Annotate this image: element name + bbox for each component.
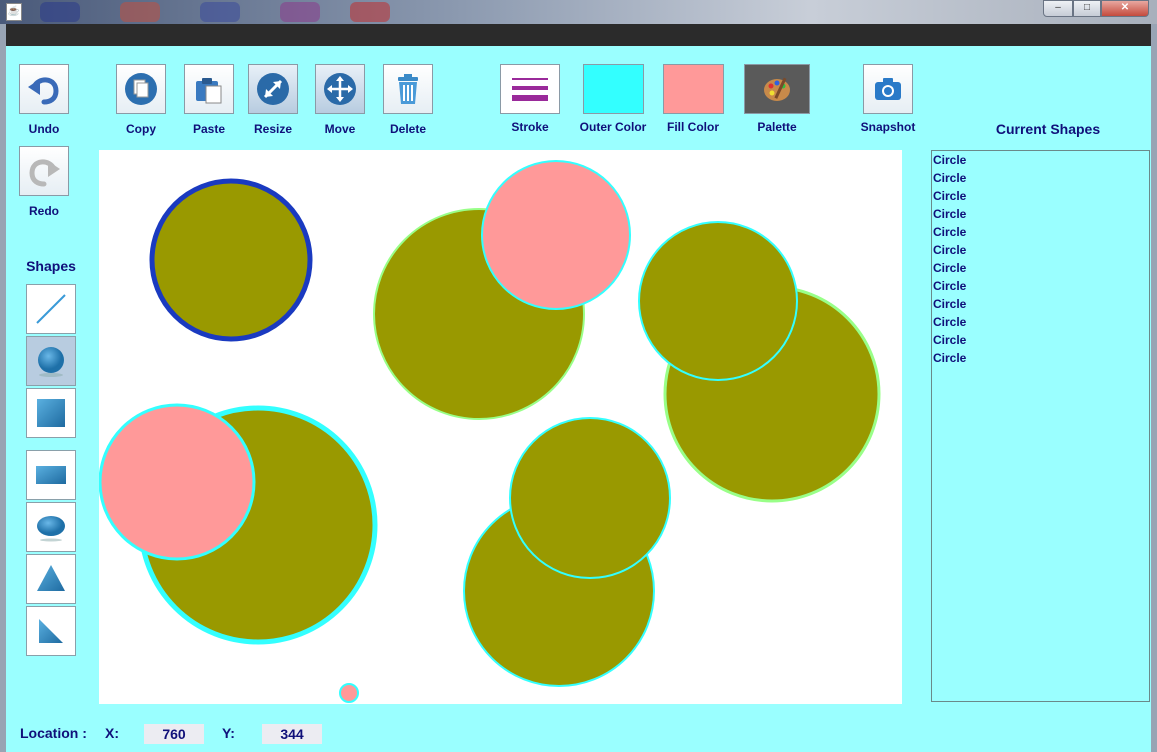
paste-button[interactable] xyxy=(184,64,234,114)
square-icon xyxy=(37,399,65,427)
fill-color-swatch[interactable] xyxy=(663,64,724,114)
shape-list-item[interactable]: Circle xyxy=(933,262,1149,280)
undo-button[interactable] xyxy=(19,64,69,114)
snapshot-label: Snapshot xyxy=(860,120,916,134)
shape-list-item[interactable]: Circle xyxy=(933,208,1149,226)
shape-list-item[interactable]: Circle xyxy=(933,244,1149,262)
palette-label: Palette xyxy=(757,120,797,134)
line-tool-button[interactable] xyxy=(26,284,76,334)
outer-color-label: Outer Color xyxy=(579,120,647,134)
shape-list-item[interactable]: Circle xyxy=(933,226,1149,244)
resize-button[interactable] xyxy=(248,64,298,114)
square-tool-button[interactable] xyxy=(26,388,76,438)
line-icon xyxy=(36,294,66,324)
desktop-icon xyxy=(200,2,240,22)
x-value: 760 xyxy=(144,724,204,744)
redo-label: Redo xyxy=(29,204,59,218)
desktop-background xyxy=(0,0,1157,24)
redo-icon xyxy=(29,159,60,187)
shapes-heading: Shapes xyxy=(26,258,76,274)
circle-tool-button[interactable] xyxy=(26,336,76,386)
minimize-button[interactable]: – xyxy=(1043,0,1073,17)
current-shapes-list[interactable]: Circle Circle Circle Circle Circle Circle Circ… xyxy=(931,150,1150,702)
snapshot-button[interactable] xyxy=(863,64,913,114)
copy-button[interactable] xyxy=(116,64,166,114)
paste-label: Paste xyxy=(192,122,226,136)
drawing-canvas[interactable] xyxy=(99,150,902,704)
delete-label: Delete xyxy=(389,122,427,136)
canvas-circle[interactable] xyxy=(481,160,631,310)
resize-icon xyxy=(257,73,289,105)
ellipse-icon xyxy=(37,516,65,542)
stroke-button[interactable] xyxy=(500,64,560,114)
shape-list-item[interactable]: Circle xyxy=(933,316,1149,334)
shape-list-item[interactable]: Circle xyxy=(933,190,1149,208)
right-triangle-tool-button[interactable] xyxy=(26,606,76,656)
java-cup-icon[interactable]: ☕ xyxy=(6,3,22,21)
desktop-icon xyxy=(280,2,320,22)
current-shapes-heading: Current Shapes xyxy=(995,121,1101,137)
move-label: Move xyxy=(324,122,356,136)
triangle-tool-button[interactable] xyxy=(26,554,76,604)
undo-icon xyxy=(28,77,59,105)
rectangle-tool-button[interactable] xyxy=(26,450,76,500)
canvas-circle[interactable] xyxy=(638,221,798,381)
copy-icon xyxy=(125,73,157,105)
desktop-icon xyxy=(120,2,160,22)
canvas-shapes xyxy=(99,160,881,703)
right-triangle-icon xyxy=(39,619,63,643)
canvas-circle[interactable] xyxy=(149,178,313,342)
desktop-icon xyxy=(350,2,390,22)
canvas-circle[interactable] xyxy=(339,683,359,703)
shape-list-item[interactable]: Circle xyxy=(933,352,1149,370)
y-value: 344 xyxy=(262,724,322,744)
shape-list-item[interactable]: Circle xyxy=(933,280,1149,298)
app-window: Undo Redo Copy Paste Resize Move Delete … xyxy=(6,46,1151,752)
title-bar[interactable] xyxy=(6,24,1151,46)
rectangle-icon xyxy=(36,466,66,484)
outer-color-swatch[interactable] xyxy=(583,64,644,114)
ellipse-tool-button[interactable] xyxy=(26,502,76,552)
x-label: X: xyxy=(105,725,119,741)
shape-list-item[interactable]: Circle xyxy=(933,154,1149,172)
shape-list-item[interactable]: Circle xyxy=(933,172,1149,190)
triangle-icon xyxy=(37,565,65,591)
resize-label: Resize xyxy=(253,122,293,136)
trash-icon xyxy=(398,74,418,104)
palette-icon xyxy=(764,77,790,101)
circle-icon xyxy=(38,347,64,377)
close-button[interactable]: ✕ xyxy=(1101,0,1149,17)
fill-color-label: Fill Color xyxy=(667,120,719,134)
move-button[interactable] xyxy=(315,64,365,114)
copy-label: Copy xyxy=(126,122,156,136)
undo-label: Undo xyxy=(28,122,60,136)
location-label: Location : xyxy=(20,725,87,741)
canvas-circle[interactable] xyxy=(509,417,671,579)
shape-list-item[interactable]: Circle xyxy=(933,298,1149,316)
stroke-label: Stroke xyxy=(511,120,549,134)
y-label: Y: xyxy=(222,725,235,741)
delete-button[interactable] xyxy=(383,64,433,114)
palette-button[interactable] xyxy=(744,64,810,114)
stroke-lines-icon xyxy=(512,78,548,101)
camera-icon xyxy=(875,78,901,100)
paste-icon xyxy=(196,78,222,104)
canvas-circle[interactable] xyxy=(99,403,256,561)
shape-list-item[interactable]: Circle xyxy=(933,334,1149,352)
move-icon xyxy=(324,73,356,105)
redo-button[interactable] xyxy=(19,146,69,196)
window-controls: – □ ✕ xyxy=(1043,0,1149,17)
desktop-icon xyxy=(40,2,80,22)
maximize-button[interactable]: □ xyxy=(1073,0,1101,17)
